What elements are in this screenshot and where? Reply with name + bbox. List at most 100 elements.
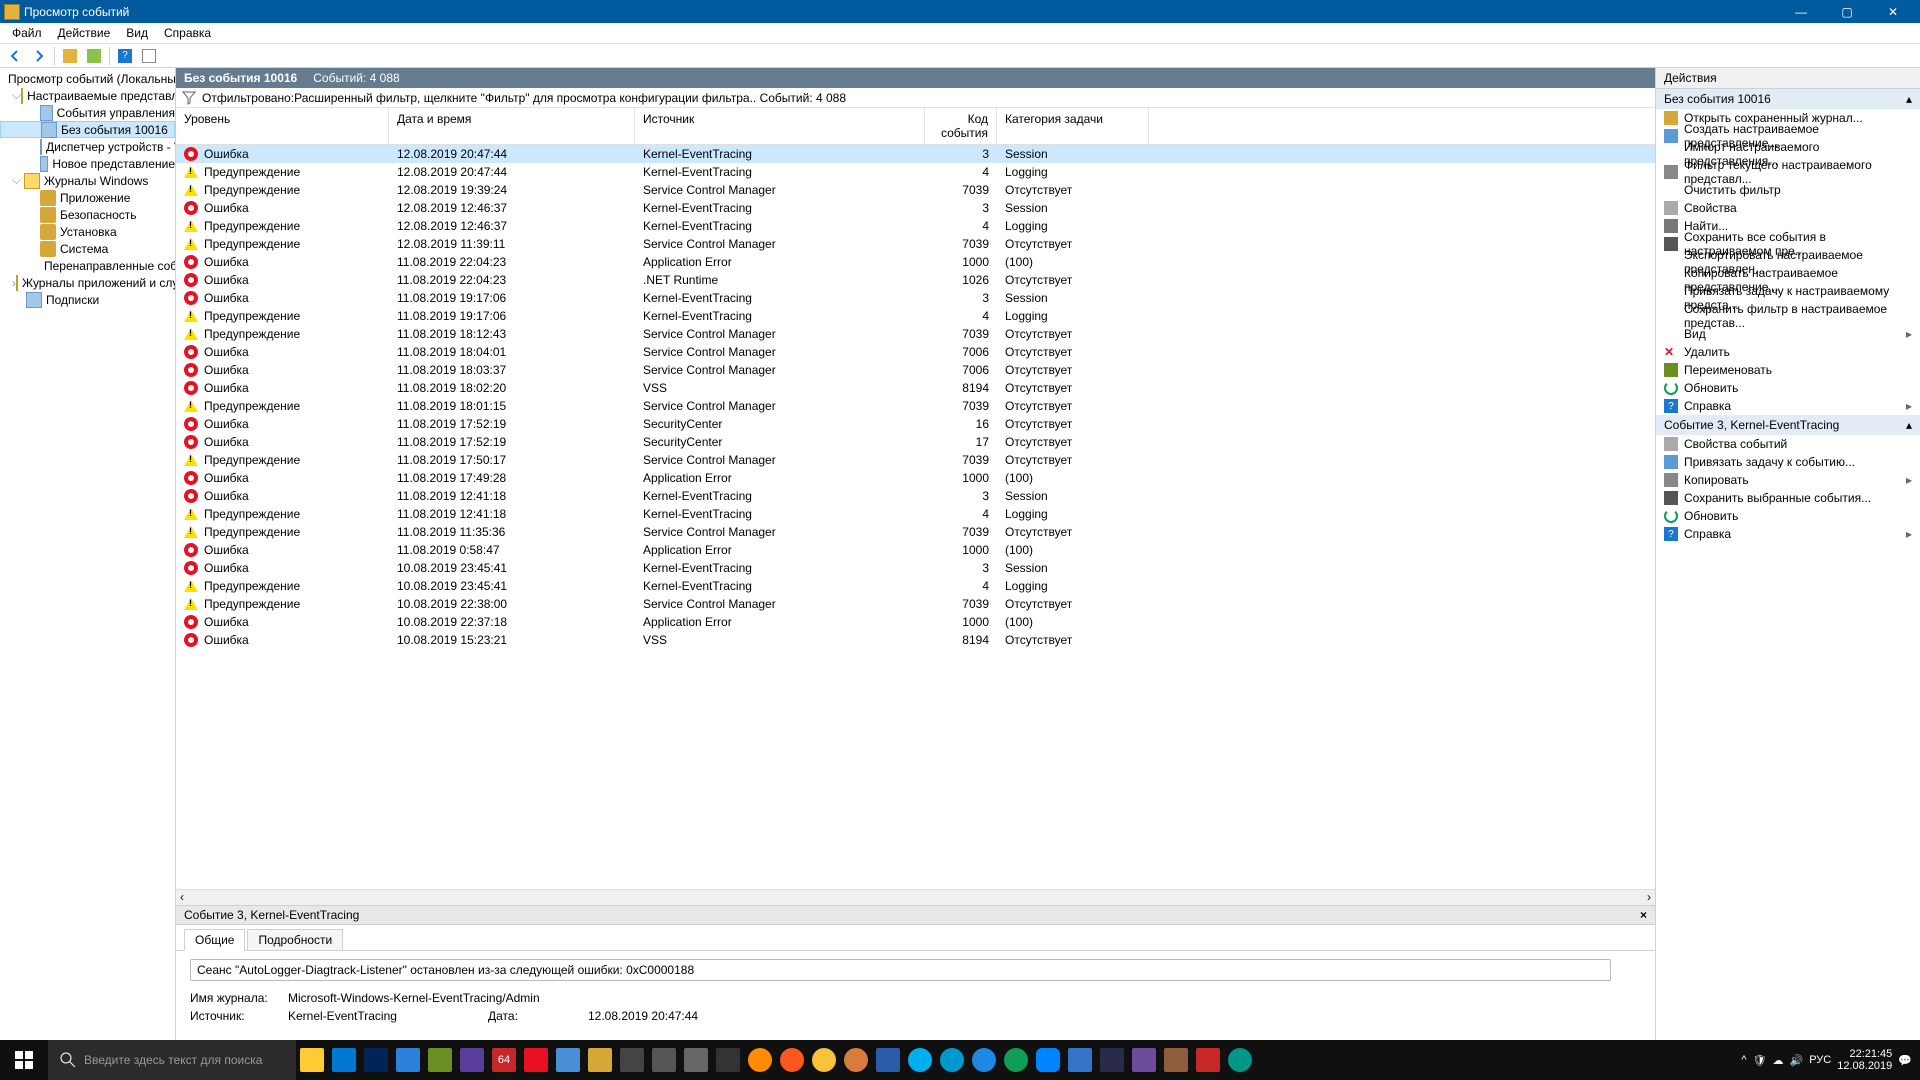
task-icon[interactable] [1132, 1048, 1156, 1072]
tray-clock[interactable]: 22:21:45 12.08.2019 [1837, 1048, 1892, 1072]
tree-item-setup[interactable]: Установка [0, 223, 175, 240]
action-item[interactable]: Свойства событий [1656, 435, 1920, 453]
event-row[interactable]: Предупреждение11.08.2019 18:01:15Service… [176, 397, 1655, 415]
action-item[interactable]: ✕Удалить [1656, 343, 1920, 361]
tree-item-new-view[interactable]: Новое представление [0, 155, 175, 172]
event-row[interactable]: Ошибка11.08.2019 12:41:18Kernel-EventTra… [176, 487, 1655, 505]
menu-action[interactable]: Действие [50, 24, 119, 42]
event-grid[interactable]: Уровень Дата и время Источник Код событи… [176, 108, 1655, 889]
tray-icon[interactable]: ☁ [1773, 1054, 1784, 1067]
start-button[interactable] [0, 1040, 48, 1080]
task-icon[interactable] [396, 1048, 420, 1072]
task-icon[interactable] [908, 1048, 932, 1072]
column-level[interactable]: Уровень [176, 108, 389, 144]
tab-details[interactable]: Подробности [247, 929, 343, 951]
grid-hscroll[interactable]: ‹› [176, 889, 1655, 905]
tree-item-admin-events[interactable]: События управления [0, 104, 175, 121]
tree-custom-views[interactable]: ⌵Настраиваемые представле [0, 87, 175, 104]
task-icon[interactable] [876, 1048, 900, 1072]
notifications-icon[interactable]: 💬 [1898, 1054, 1912, 1067]
close-button[interactable]: ✕ [1870, 0, 1916, 23]
actions-group2-header[interactable]: Событие 3, Kernel-EventTracing ▴ [1656, 415, 1920, 435]
tree-item-no-10016[interactable]: Без события 10016 [0, 121, 175, 138]
filter-bar[interactable]: Отфильтровано:Расширенный фильтр, щелкни… [176, 88, 1655, 108]
tray-icon[interactable]: 🛡 [1753, 1054, 1767, 1067]
action-item[interactable]: Сохранить выбранные события... [1656, 489, 1920, 507]
event-row[interactable]: Ошибка11.08.2019 18:04:01Service Control… [176, 343, 1655, 361]
event-row[interactable]: Предупреждение11.08.2019 18:12:43Service… [176, 325, 1655, 343]
task-icon[interactable] [940, 1048, 964, 1072]
event-row[interactable]: Ошибка11.08.2019 22:04:23.NET Runtime102… [176, 271, 1655, 289]
minimize-button[interactable]: — [1778, 0, 1824, 23]
event-row[interactable]: Предупреждение11.08.2019 11:35:36Service… [176, 523, 1655, 541]
task-icon[interactable] [556, 1048, 580, 1072]
event-row[interactable]: Ошибка11.08.2019 19:17:06Kernel-EventTra… [176, 289, 1655, 307]
column-code[interactable]: Код события [925, 108, 997, 144]
tree-item-security[interactable]: Безопасность [0, 206, 175, 223]
action-item[interactable]: ?Справка▸ [1656, 397, 1920, 415]
menu-help[interactable]: Справка [156, 24, 219, 42]
taskbar[interactable]: Введите здесь текст для поиска 64 ^ [0, 1040, 1920, 1080]
event-row[interactable]: Предупреждение12.08.2019 12:46:37Kernel-… [176, 217, 1655, 235]
event-row[interactable]: Ошибка11.08.2019 18:02:20VSS8194Отсутств… [176, 379, 1655, 397]
task-icon[interactable] [1036, 1048, 1060, 1072]
collapse-icon[interactable]: ⌵ [12, 173, 24, 188]
event-row[interactable]: Ошибка10.08.2019 23:45:41Kernel-EventTra… [176, 559, 1655, 577]
task-icon[interactable] [300, 1048, 324, 1072]
task-icon[interactable] [1196, 1048, 1220, 1072]
event-row[interactable]: Ошибка11.08.2019 17:49:28Application Err… [176, 469, 1655, 487]
task-icon[interactable] [1004, 1048, 1028, 1072]
show-hide-tree-button[interactable] [59, 45, 81, 67]
chevron-up-icon[interactable]: ▴ [1906, 92, 1912, 106]
event-row[interactable]: Предупреждение12.08.2019 19:39:24Service… [176, 181, 1655, 199]
action-item[interactable]: Привязать задачу к событию... [1656, 453, 1920, 471]
event-row[interactable]: Ошибка10.08.2019 15:23:21VSS8194Отсутств… [176, 631, 1655, 649]
tree-item-device-mgr[interactable]: Диспетчер устройств - V [0, 138, 175, 155]
action-item[interactable]: Обновить [1656, 379, 1920, 397]
export-button[interactable] [83, 45, 105, 67]
event-row[interactable]: Предупреждение10.08.2019 23:45:41Kernel-… [176, 577, 1655, 595]
task-icon[interactable] [972, 1048, 996, 1072]
task-icon[interactable] [620, 1048, 644, 1072]
task-icon[interactable] [780, 1048, 804, 1072]
task-icon[interactable] [1100, 1048, 1124, 1072]
task-icon[interactable] [588, 1048, 612, 1072]
help-button[interactable]: ? [114, 45, 136, 67]
collapse-icon[interactable]: ⌵ [12, 88, 21, 103]
task-icon[interactable] [1164, 1048, 1188, 1072]
tab-general[interactable]: Общие [184, 929, 245, 951]
event-row[interactable]: Ошибка11.08.2019 22:04:23Application Err… [176, 253, 1655, 271]
preview-button[interactable] [138, 45, 160, 67]
event-row[interactable]: Ошибка11.08.2019 18:03:37Service Control… [176, 361, 1655, 379]
column-date[interactable]: Дата и время [389, 108, 635, 144]
event-row[interactable]: Ошибка10.08.2019 22:37:18Application Err… [176, 613, 1655, 631]
task-icon[interactable] [716, 1048, 740, 1072]
event-row[interactable]: Предупреждение11.08.2019 19:17:06Kernel-… [176, 307, 1655, 325]
event-row[interactable]: Предупреждение10.08.2019 22:38:00Service… [176, 595, 1655, 613]
tree-subscriptions[interactable]: Подписки [0, 291, 175, 308]
tree-item-application[interactable]: Приложение [0, 189, 175, 206]
event-row[interactable]: Ошибка11.08.2019 17:52:19SecurityCenter1… [176, 433, 1655, 451]
task-icon[interactable] [684, 1048, 708, 1072]
action-item[interactable]: Фильтр текущего настраиваемого представл… [1656, 163, 1920, 181]
event-row[interactable]: Ошибка11.08.2019 17:52:19SecurityCenter1… [176, 415, 1655, 433]
back-button[interactable] [4, 45, 26, 67]
tree-app-logs[interactable]: ›Журналы приложений и слу [0, 274, 175, 291]
tree-item-forwarded[interactable]: Перенаправленные соб [0, 257, 175, 274]
forward-button[interactable] [28, 45, 50, 67]
action-item[interactable]: Копировать▸ [1656, 471, 1920, 489]
task-icon[interactable] [652, 1048, 676, 1072]
event-row[interactable]: Ошибка12.08.2019 12:46:37Kernel-EventTra… [176, 199, 1655, 217]
detail-close-button[interactable]: × [1640, 908, 1647, 922]
menu-view[interactable]: Вид [118, 24, 156, 42]
action-item[interactable]: Переименовать [1656, 361, 1920, 379]
system-tray[interactable]: ^ 🛡 ☁ 🔊 РУС 22:21:45 12.08.2019 💬 [1741, 1048, 1920, 1072]
actions-group1-header[interactable]: Без события 10016 ▴ [1656, 89, 1920, 109]
tray-lang[interactable]: РУС [1809, 1054, 1831, 1066]
tray-chevron-icon[interactable]: ^ [1741, 1054, 1746, 1066]
event-row[interactable]: Ошибка11.08.2019 0:58:47Application Erro… [176, 541, 1655, 559]
task-icon[interactable] [748, 1048, 772, 1072]
event-row[interactable]: Предупреждение11.08.2019 17:50:17Service… [176, 451, 1655, 469]
task-icon[interactable] [524, 1048, 548, 1072]
task-icon[interactable] [844, 1048, 868, 1072]
